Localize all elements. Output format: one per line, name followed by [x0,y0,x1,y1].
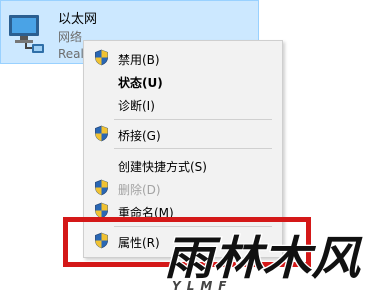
network-adapter-icon [9,15,44,53]
menu-item-create-shortcut[interactable]: 创建快捷方式(S) [84,154,282,176]
menu-item-label: 诊断(I) [118,99,155,113]
adapter-type: 网络 [58,30,83,44]
menu-item-label: 桥接(G) [118,129,161,143]
uac-shield-icon [95,125,108,142]
menu-item-label: 状态(U) [118,76,163,90]
menu-item-delete: 删除(D) [84,177,282,199]
menu-separator [114,148,272,149]
uac-shield-icon [95,49,108,66]
adapter-device: Real [58,47,84,61]
svg-text:雨林木风: 雨林木风 [164,231,363,285]
menu-item-bridge[interactable]: 桥接(G) [84,123,282,145]
adapter-name: 以太网 [58,12,98,27]
uac-shield-icon [95,179,108,196]
menu-item-label: 禁用(B) [118,53,160,67]
watermark-logo: 雨林木风 YLMF [163,230,365,293]
menu-item-diagnose[interactable]: 诊断(I) [84,93,282,115]
svg-text:YLMF: YLMF [172,279,232,293]
menu-item-disable[interactable]: 禁用(B) [84,47,282,69]
menu-separator [114,119,272,120]
menu-item-status[interactable]: 状态(U) [84,70,282,92]
menu-item-label: 创建快捷方式(S) [118,160,207,174]
menu-item-label: 删除(D) [118,183,161,197]
